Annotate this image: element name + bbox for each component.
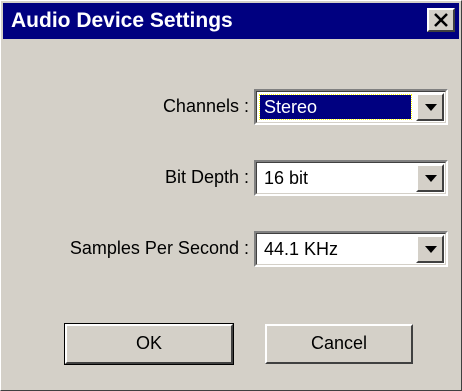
ok-button[interactable]: OK — [64, 323, 234, 365]
channels-select-frame: Stereo — [256, 91, 446, 123]
samples-per-second-label: Samples Per Second : — [69, 238, 249, 258]
chevron-down-icon — [425, 175, 437, 182]
bit-depth-dropdown-button[interactable] — [416, 164, 444, 192]
audio-device-settings-dialog: Audio Device Settings Channels : Stereo … — [0, 0, 462, 391]
chevron-down-icon — [425, 246, 437, 253]
bit-depth-select[interactable]: 16 bit — [254, 160, 448, 196]
bit-depth-value: 16 bit — [264, 168, 309, 188]
samples-per-second-dropdown-button[interactable] — [416, 235, 444, 263]
close-button[interactable] — [427, 8, 455, 32]
window-title: Audio Device Settings — [11, 9, 233, 32]
samples-per-second-select[interactable]: 44.1 KHz — [254, 231, 448, 267]
bit-depth-select-frame: 16 bit — [256, 162, 446, 194]
channels-select[interactable]: Stereo — [254, 89, 448, 125]
channels-label: Channels : — [162, 96, 249, 116]
samples-per-second-value: 44.1 KHz — [264, 239, 339, 259]
channels-dropdown-button[interactable] — [416, 93, 444, 121]
cancel-button[interactable]: Cancel — [265, 324, 413, 364]
channels-value: Stereo — [259, 94, 412, 120]
title-bar[interactable]: Audio Device Settings — [3, 3, 459, 39]
chevron-down-icon — [425, 104, 437, 111]
close-icon — [434, 13, 448, 27]
bit-depth-label: Bit Depth : — [164, 167, 249, 187]
samples-per-second-select-frame: 44.1 KHz — [256, 233, 446, 265]
